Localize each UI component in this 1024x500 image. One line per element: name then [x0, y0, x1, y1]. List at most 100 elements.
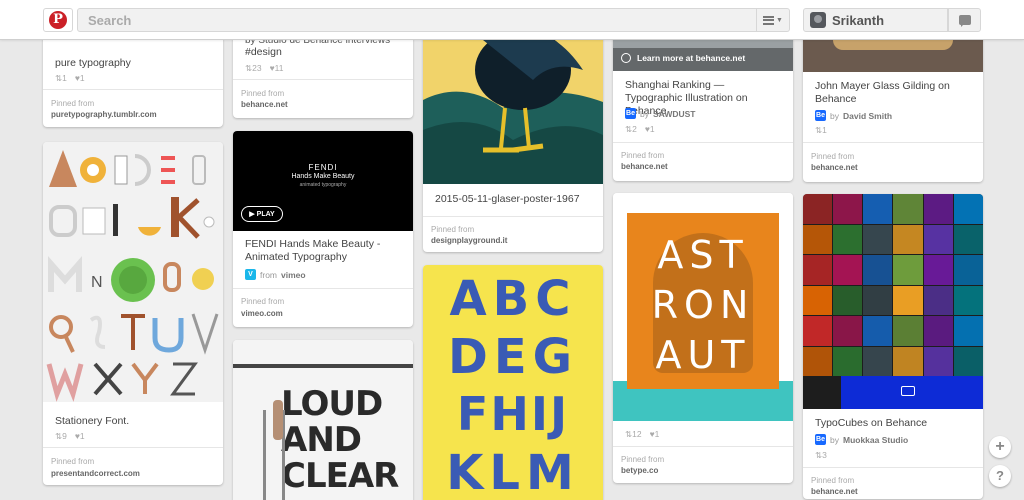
- cube-tile: [893, 285, 923, 315]
- pinned-from-label: Pinned from: [241, 89, 285, 98]
- abc-line-2: DEG: [447, 329, 579, 385]
- pinterest-logo[interactable]: P: [43, 8, 73, 32]
- from-label: from: [260, 269, 277, 280]
- pin-description[interactable]: #design: [245, 46, 403, 59]
- pinterest-p-icon: P: [49, 11, 67, 29]
- pin-loud-and-clear[interactable]: LOUD AND CLEAR: [233, 340, 413, 500]
- cube-tile: [803, 194, 833, 224]
- cube-tile: [923, 316, 953, 346]
- pin-fendi-video[interactable]: FENDI Hands Make Beauty animated typogra…: [233, 131, 413, 327]
- pinned-from-label: Pinned from: [621, 151, 665, 160]
- cube-tile: [953, 224, 983, 254]
- cube-tile: [893, 346, 923, 376]
- play-button[interactable]: ▶ PLAY: [241, 206, 283, 222]
- pin-description[interactable]: John Mayer Glass Gilding on Behance: [815, 80, 973, 106]
- pinned-from-domain[interactable]: puretypography.tumblr.com: [51, 110, 157, 119]
- abc-line-3: FHIJ: [456, 387, 570, 441]
- notifications-button[interactable]: [948, 8, 981, 32]
- divider: [233, 79, 413, 80]
- cube-tile: [833, 224, 863, 254]
- pin-counts: ⇅1: [815, 125, 827, 136]
- pin-stationery-font[interactable]: N Stationery Font. ⇅9 ♥1 Pinned from pres…: [43, 142, 223, 485]
- overlay-text[interactable]: Learn more at behance.net: [637, 53, 745, 63]
- pipe: [233, 364, 413, 368]
- cube-tile: [893, 224, 923, 254]
- cube-tile: [863, 224, 893, 254]
- pinned-from-domain[interactable]: behance.net: [621, 162, 668, 171]
- pinned-from-label: Pinned from: [431, 225, 475, 234]
- behance-icon: Be: [815, 434, 826, 445]
- repin-count: ⇅23: [245, 63, 262, 73]
- pin-counts: ⇅1 ♥1: [55, 73, 85, 84]
- author-name: SAWDUST: [652, 108, 696, 119]
- pin-attribution[interactable]: Be by David Smith: [815, 110, 892, 121]
- pinned-from-domain[interactable]: presentandcorrect.com: [51, 469, 140, 478]
- top-bar: P ▼ Srikanth: [0, 0, 1024, 40]
- help-button[interactable]: ?: [989, 465, 1011, 487]
- cube-tile: [803, 316, 833, 346]
- pin-image[interactable]: ABC DEG FHIJ KLM: [423, 265, 603, 500]
- astro-line-3: AUT: [655, 333, 751, 377]
- like-count: ♥1: [74, 431, 85, 441]
- pin-astronaut[interactable]: AST RON AUT ⇅12 ♥1 Pinned from betype.co: [613, 193, 793, 483]
- pin-typocubes[interactable]: TypoCubes on Behance Be by Muokkaa Studio…: [803, 194, 983, 499]
- astro-line-2: RON: [651, 283, 755, 327]
- pinned-from-domain[interactable]: vimeo.com: [241, 309, 283, 318]
- divider: [803, 142, 983, 143]
- cube-tile: [833, 346, 863, 376]
- cube-grid: [803, 194, 983, 376]
- by-label: by: [830, 434, 839, 445]
- cube-tile: [893, 255, 923, 285]
- pinned-from-domain[interactable]: designplayground.it: [431, 236, 507, 245]
- pin-attribution[interactable]: Be by SAWDUST: [625, 108, 695, 119]
- pin-description[interactable]: TypoCubes on Behance: [815, 417, 973, 430]
- cube-tile: [863, 346, 893, 376]
- pin-counts: ⇅12 ♥1: [625, 429, 659, 440]
- cube-tile: [953, 194, 983, 224]
- pinned-from-label: Pinned from: [241, 297, 285, 306]
- pinned-from-domain[interactable]: behance.net: [811, 163, 858, 172]
- divider: [423, 216, 603, 217]
- by-label: by: [640, 108, 649, 119]
- and-text: AND: [281, 420, 362, 460]
- cube-tile: [833, 255, 863, 285]
- add-pin-button[interactable]: +: [989, 436, 1011, 458]
- pin-description[interactable]: pure typography: [55, 57, 213, 70]
- pin-image[interactable]: [803, 194, 983, 409]
- pin-image[interactable]: N: [43, 142, 223, 402]
- pin-attribution[interactable]: V from vimeo: [245, 269, 306, 280]
- hamburger-icon: [763, 15, 775, 25]
- pin-description[interactable]: Stationery Font.: [55, 415, 213, 428]
- pin-abc-font[interactable]: ABC DEG FHIJ KLM: [423, 265, 603, 500]
- pinned-from-domain[interactable]: betype.co: [621, 466, 658, 475]
- repin-count: ⇅9: [55, 431, 67, 441]
- video-subtitle: Hands Make Beauty: [291, 173, 355, 180]
- behance-icon: Be: [815, 110, 826, 121]
- abc-line-4: KLM: [446, 445, 580, 500]
- pin-description[interactable]: 2015-05-11-glaser-poster-1967: [435, 193, 593, 206]
- pinned-from-domain[interactable]: behance.net: [241, 100, 288, 109]
- abc-line-1: ABC: [449, 271, 577, 327]
- cube-tile: [923, 224, 953, 254]
- by-label: by: [830, 110, 839, 121]
- pin-counts: ⇅2 ♥1: [625, 124, 655, 135]
- pin-counts: ⇅3: [815, 450, 827, 461]
- pinned-from-label: Pinned from: [811, 476, 855, 485]
- menu-button[interactable]: ▼: [757, 8, 790, 32]
- cube-tile: [953, 255, 983, 285]
- user-profile-button[interactable]: Srikanth: [803, 8, 948, 32]
- pinned-from-domain[interactable]: behance.net: [811, 487, 858, 496]
- cube-tile: [923, 255, 953, 285]
- pin-image[interactable]: AST RON AUT: [613, 193, 793, 421]
- cube-tile: [833, 194, 863, 224]
- stationery-font-image: N: [46, 150, 219, 402]
- cube-tile: [923, 346, 953, 376]
- pin-description[interactable]: FENDI Hands Make Beauty - Animated Typog…: [245, 238, 403, 264]
- svg-text:N: N: [91, 274, 103, 291]
- pin-attribution[interactable]: Be by Muokkaa Studio: [815, 434, 908, 445]
- username: Srikanth: [832, 12, 885, 28]
- cube-tile: [863, 255, 893, 285]
- search-input[interactable]: [77, 8, 757, 32]
- video-thumbnail[interactable]: FENDI Hands Make Beauty animated typogra…: [233, 131, 413, 231]
- pin-image[interactable]: LOUD AND CLEAR: [233, 340, 413, 500]
